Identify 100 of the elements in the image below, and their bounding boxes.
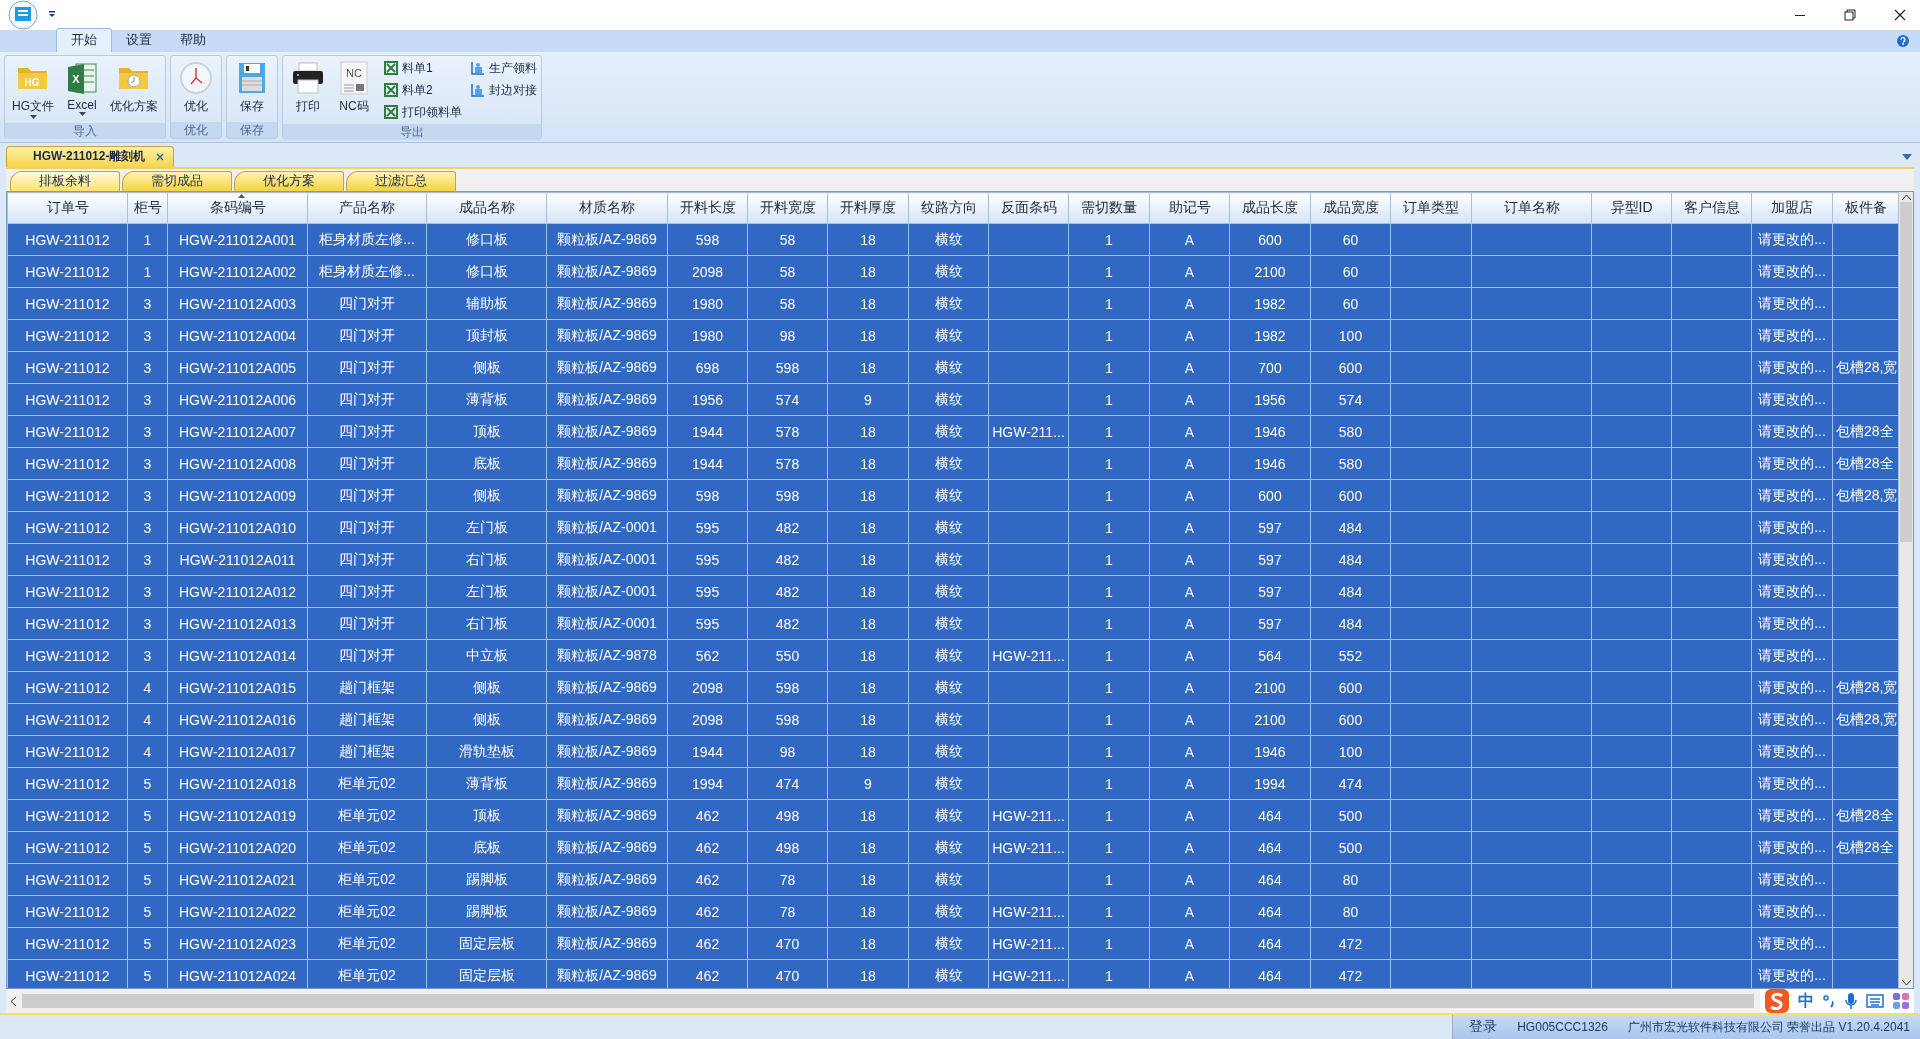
ribbon-button[interactable]: 封边对接 [470, 80, 537, 100]
input-mode-toggle[interactable]: 中 [1798, 990, 1814, 1012]
table-row[interactable]: HGW-211012 5 HGW-211012A022 柜单元02 踢脚板 颗粒板/AZ-9869 462 78 18 横纹 HGW-211... 1 A 464 80 请更改的... [7, 895, 1899, 928]
help-icon[interactable] [1896, 34, 1910, 48]
ribbon-button[interactable]: 优化方案 [107, 58, 161, 117]
table-row[interactable]: HGW-211012 3 HGW-211012A009 四门对开 侧板 颗粒板/AZ-9869 598 598 18 横纹 1 A 600 600 请更改的... 包槽28,宽 [7, 479, 1899, 512]
ribbon-tab[interactable]: 帮助 [166, 29, 220, 52]
ribbon-button[interactable]: 料单1 [383, 58, 462, 78]
ribbon-tab[interactable]: 开始 [56, 28, 112, 52]
table-row[interactable]: HGW-211012 3 HGW-211012A007 四门对开 顶板 颗粒板/AZ-9869 1944 578 18 横纹 HGW-211... 1 A 1946 580 请更改的... 包槽28全 [7, 415, 1899, 448]
dropdown-icon[interactable] [1902, 154, 1912, 160]
table-row[interactable]: HGW-211012 3 HGW-211012A011 四门对开 右门板 颗粒板/AZ-0001 595 482 18 横纹 1 A 597 484 请更改的... [7, 543, 1899, 576]
table-cell: 58 [779, 263, 796, 280]
column-header[interactable]: 开料宽度 [747, 192, 828, 224]
column-header[interactable]: 异型ID [1591, 192, 1672, 224]
table-cell: 修口板 [465, 262, 508, 279]
ribbon-button[interactable]: 打印 [287, 58, 329, 117]
table-row[interactable]: HGW-211012 5 HGW-211012A024 柜单元02 固定层板 颗粒板/AZ-9869 462 470 18 横纹 HGW-211... 1 A 464 472 请更改的... [7, 959, 1899, 988]
table-row[interactable]: HGW-211012 3 HGW-211012A013 四门对开 右门板 颗粒板/AZ-0001 595 482 18 横纹 1 A 597 484 请更改的... [7, 607, 1899, 640]
table-cell: 1 [1105, 327, 1113, 344]
close-icon[interactable] [155, 151, 166, 162]
table-cell: 1 [1105, 391, 1113, 408]
vertical-scrollbar[interactable] [1899, 192, 1913, 988]
table-cell: HGW-211... [992, 839, 1065, 856]
table-row[interactable]: HGW-211012 1 HGW-211012A002 柜身材质左修... 修口板 颗粒板/AZ-9869 2098 58 18 横纹 1 A 2100 60 请更改的... [7, 255, 1899, 288]
ribbon-button[interactable]: 生产领料 [470, 58, 537, 78]
ribbon-button[interactable]: 打印领料单 [383, 102, 462, 122]
table-row[interactable]: HGW-211012 5 HGW-211012A021 柜单元02 踢脚板 颗粒板/AZ-9869 462 78 18 横纹 1 A 464 80 请更改的... [7, 863, 1899, 896]
apps-grid-icon[interactable] [1892, 992, 1910, 1010]
table-row[interactable]: HGW-211012 3 HGW-211012A004 四门对开 顶封板 颗粒板/AZ-9869 1980 98 18 横纹 1 A 1982 100 请更改的... [7, 319, 1899, 352]
column-header[interactable]: 订单号 [7, 192, 128, 224]
table-row[interactable]: HGW-211012 3 HGW-211012A012 四门对开 左门板 颗粒板/AZ-0001 595 482 18 横纹 1 A 597 484 请更改的... [7, 575, 1899, 608]
column-header[interactable]: 材质名称 [546, 192, 668, 224]
table-cell: 574 [1338, 391, 1363, 408]
table-row[interactable]: HGW-211012 3 HGW-211012A010 四门对开 左门板 颗粒板/AZ-0001 595 482 18 横纹 1 A 597 484 请更改的... [7, 511, 1899, 544]
table-cell: 顶封板 [465, 326, 508, 343]
column-header[interactable]: 板件备 [1832, 192, 1899, 224]
column-header[interactable]: 助记号 [1149, 192, 1230, 224]
column-header[interactable]: 订单名称 [1471, 192, 1592, 224]
table-row[interactable]: HGW-211012 3 HGW-211012A003 四门对开 辅助板 颗粒板/AZ-9869 1980 58 18 横纹 1 A 1982 60 请更改的... [7, 287, 1899, 320]
table-row[interactable]: HGW-211012 3 HGW-211012A008 四门对开 底板 颗粒板/AZ-9869 1944 578 18 横纹 1 A 1946 580 请更改的... 包槽28全 [7, 447, 1899, 480]
column-header[interactable]: 成品长度 [1229, 192, 1311, 224]
sheet-tab[interactable]: 需切成品 [122, 171, 232, 191]
app-logo-icon[interactable] [8, 0, 38, 30]
table-cell: 484 [1338, 583, 1363, 600]
quick-access-menu-icon[interactable] [48, 10, 56, 18]
table-row[interactable]: HGW-211012 5 HGW-211012A019 柜单元02 顶板 颗粒板/AZ-9869 462 498 18 横纹 HGW-211... 1 A 464 500 请更改的... 包槽28全 [7, 799, 1899, 832]
table-cell: HGW-211012 [25, 871, 110, 888]
document-tab[interactable]: HGW-211012-雕刻机 [6, 146, 175, 167]
punctuation-icon[interactable] [1822, 993, 1836, 1009]
scroll-down-icon[interactable] [1901, 980, 1911, 986]
sheet-tab[interactable]: 排板余料 [10, 171, 120, 191]
column-header[interactable]: 产品名称 [307, 192, 427, 224]
table-row[interactable]: HGW-211012 3 HGW-211012A014 四门对开 中立板 颗粒板/AZ-9878 562 550 18 横纹 HGW-211... 1 A 564 552 请更改的... [7, 639, 1899, 672]
table-cell: 颗粒板/AZ-9869 [557, 262, 657, 279]
table-row[interactable]: HGW-211012 4 HGW-211012A015 趟门框架 侧板 颗粒板/AZ-9869 2098 598 18 横纹 1 A 2100 600 请更改的... 包槽28,宽 [7, 671, 1899, 704]
ribbon-button[interactable]: 保存 [231, 58, 273, 117]
table-row[interactable]: HGW-211012 4 HGW-211012A016 趟门框架 侧板 颗粒板/AZ-9869 2098 598 18 横纹 1 A 2100 600 请更改的... 包槽28,宽 [7, 703, 1899, 736]
scroll-up-icon[interactable] [1901, 194, 1911, 200]
table-cell: 4 [143, 679, 152, 696]
ribbon-tab[interactable]: 设置 [112, 29, 166, 52]
column-header[interactable]: 开料厚度 [827, 192, 909, 224]
column-header[interactable]: 订单类型 [1390, 192, 1472, 224]
table-row[interactable]: HGW-211012 4 HGW-211012A017 趟门框架 滑轨垫板 颗粒板/AZ-9869 1944 98 18 横纹 1 A 1946 100 请更改的... [7, 735, 1899, 768]
table-row[interactable]: HGW-211012 5 HGW-211012A018 柜单元02 薄背板 颗粒板/AZ-9869 1994 474 9 横纹 1 A 1994 474 请更改的... [7, 767, 1899, 800]
ribbon-button[interactable]: HG HG文件 [9, 58, 57, 121]
column-header[interactable]: 需切数量 [1068, 192, 1150, 224]
ribbon-button[interactable]: 优化 [175, 58, 217, 117]
table-row[interactable]: HGW-211012 3 HGW-211012A005 四门对开 侧板 颗粒板/AZ-9869 698 598 18 横纹 1 A 700 600 请更改的... 包槽28,宽 [7, 351, 1899, 384]
sheet-tab[interactable]: 过滤汇总 [346, 171, 456, 191]
table-row[interactable]: HGW-211012 5 HGW-211012A020 柜单元02 底板 颗粒板/AZ-9869 462 498 18 横纹 HGW-211... 1 A 464 500 请更改的... 包槽28全 [7, 831, 1899, 864]
table-row[interactable]: HGW-211012 5 HGW-211012A023 柜单元02 固定层板 颗粒板/AZ-9869 462 470 18 横纹 HGW-211... 1 A 464 472 请更改的... [7, 927, 1899, 960]
scroll-left-icon[interactable] [10, 996, 16, 1006]
table-row[interactable]: HGW-211012 1 HGW-211012A001 柜身材质左修... 修口板 颗粒板/AZ-9869 598 58 18 横纹 1 A 600 60 请更改的... [7, 223, 1899, 256]
column-header[interactable]: 纹路方向 [908, 192, 989, 224]
column-header[interactable]: 客户信息 [1671, 192, 1752, 224]
scrollbar-thumb[interactable] [1900, 202, 1912, 542]
column-header[interactable]: 加盟店 [1751, 192, 1833, 224]
table-cell: A [1184, 711, 1195, 728]
ribbon-button[interactable]: X Excel [61, 58, 103, 118]
table-cell: 四门对开 [339, 326, 395, 343]
table-cell: 包槽28全 [1836, 454, 1894, 471]
column-header[interactable]: 条码编号 [167, 192, 308, 224]
ribbon-button[interactable]: NC NC码 [333, 58, 375, 117]
column-header[interactable]: 柜号 [127, 192, 168, 224]
column-header[interactable]: 反面条码 [988, 192, 1069, 224]
table-cell: 横纹 [934, 646, 963, 663]
ribbon-button[interactable]: 料单2 [383, 80, 462, 100]
table-cell: 1 [1105, 519, 1113, 536]
scrollbar-thumb[interactable] [22, 994, 1754, 1008]
microphone-icon[interactable] [1844, 992, 1858, 1010]
column-header[interactable]: 开料长度 [667, 192, 748, 224]
column-header[interactable]: 成品宽度 [1310, 192, 1391, 224]
table-cell: 请更改的... [1758, 390, 1826, 407]
sheet-tab[interactable]: 优化方案 [234, 171, 344, 191]
ime-logo-icon[interactable] [1764, 988, 1790, 1014]
table-cell: 18 [860, 359, 876, 376]
column-header[interactable]: 成品名称 [426, 192, 547, 224]
keyboard-icon[interactable] [1866, 994, 1884, 1008]
table-row[interactable]: HGW-211012 3 HGW-211012A006 四门对开 薄背板 颗粒板/AZ-9869 1956 574 9 横纹 1 A 1956 574 请更改的... [7, 383, 1899, 416]
